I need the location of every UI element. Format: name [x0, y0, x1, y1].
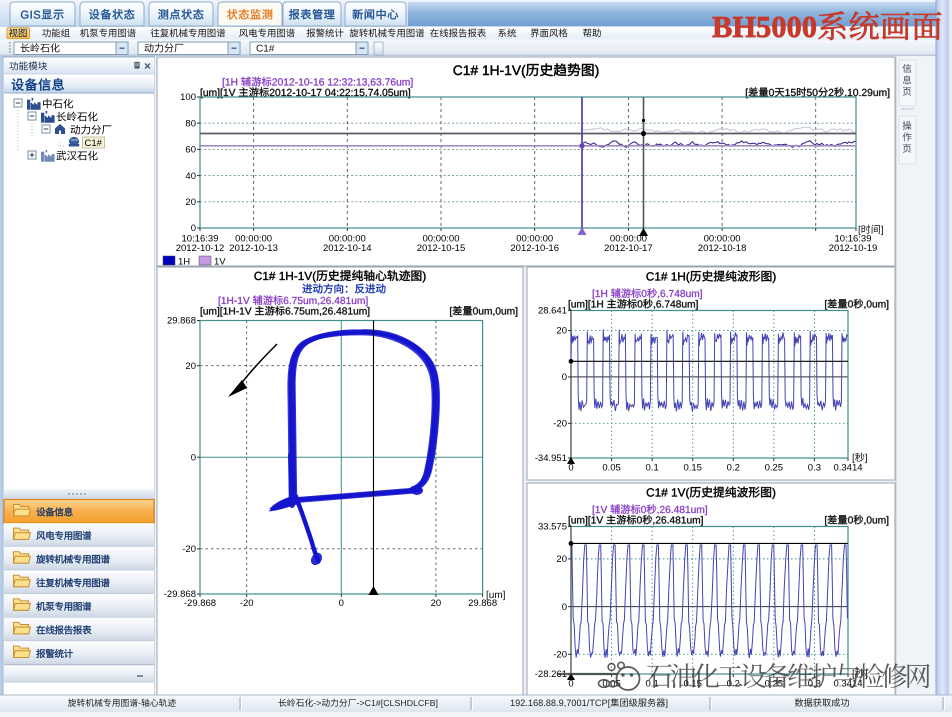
- svg-text:2012-10-18: 2012-10-18: [698, 243, 747, 254]
- svg-text:0.05: 0.05: [602, 463, 621, 474]
- svg-text:-29.868: -29.868: [184, 598, 216, 609]
- svg-text:0.2: 0.2: [727, 463, 740, 474]
- svg-text:80: 80: [185, 118, 196, 129]
- svg-text:2012-10-16: 2012-10-16: [510, 243, 559, 254]
- svg-text:2012-10-14: 2012-10-14: [323, 243, 372, 254]
- svg-text:-34.951: -34.951: [535, 453, 567, 464]
- svg-text:0.25: 0.25: [765, 679, 784, 690]
- svg-text:29.868: 29.868: [468, 598, 497, 609]
- svg-text:2012-10-13: 2012-10-13: [229, 243, 278, 254]
- svg-text:1H: 1H: [178, 257, 190, 268]
- svg-text:0: 0: [568, 679, 573, 690]
- svg-text:60: 60: [185, 145, 196, 156]
- svg-text:0: 0: [568, 463, 573, 474]
- svg-text:0.2: 0.2: [727, 679, 740, 690]
- svg-text:0: 0: [339, 598, 344, 609]
- svg-text:0: 0: [562, 372, 567, 383]
- svg-text:20: 20: [431, 598, 442, 609]
- svg-text:-20: -20: [240, 598, 254, 609]
- svg-text:33.575: 33.575: [538, 522, 567, 533]
- svg-text:20: 20: [185, 361, 196, 372]
- svg-text:2012-10-17: 2012-10-17: [604, 243, 653, 254]
- svg-text:0.3414: 0.3414: [833, 463, 862, 474]
- svg-text:100: 100: [180, 92, 196, 103]
- svg-text:-20: -20: [182, 544, 196, 555]
- svg-text:0.1: 0.1: [646, 679, 659, 690]
- svg-text:2012-10-19: 2012-10-19: [829, 243, 878, 254]
- svg-text:0: 0: [562, 602, 567, 613]
- svg-text:0: 0: [191, 452, 196, 463]
- svg-text:C1#: C1#: [85, 138, 103, 149]
- svg-text:40: 40: [185, 171, 196, 182]
- svg-text:20: 20: [556, 554, 567, 565]
- svg-text:20: 20: [185, 197, 196, 208]
- svg-text:0.1: 0.1: [646, 463, 659, 474]
- svg-text:0.15: 0.15: [683, 463, 702, 474]
- svg-text:-20: -20: [553, 419, 567, 430]
- svg-text:0.3: 0.3: [808, 463, 821, 474]
- svg-text:1V: 1V: [214, 257, 226, 268]
- svg-text:-20: -20: [553, 649, 567, 660]
- svg-text:0.25: 0.25: [765, 463, 784, 474]
- svg-text:2012-10-12: 2012-10-12: [176, 243, 225, 254]
- svg-text:20: 20: [556, 326, 567, 337]
- svg-text:28.641: 28.641: [538, 306, 567, 317]
- svg-text:2012-10-15: 2012-10-15: [417, 243, 466, 254]
- svg-text:29.868: 29.868: [167, 316, 196, 327]
